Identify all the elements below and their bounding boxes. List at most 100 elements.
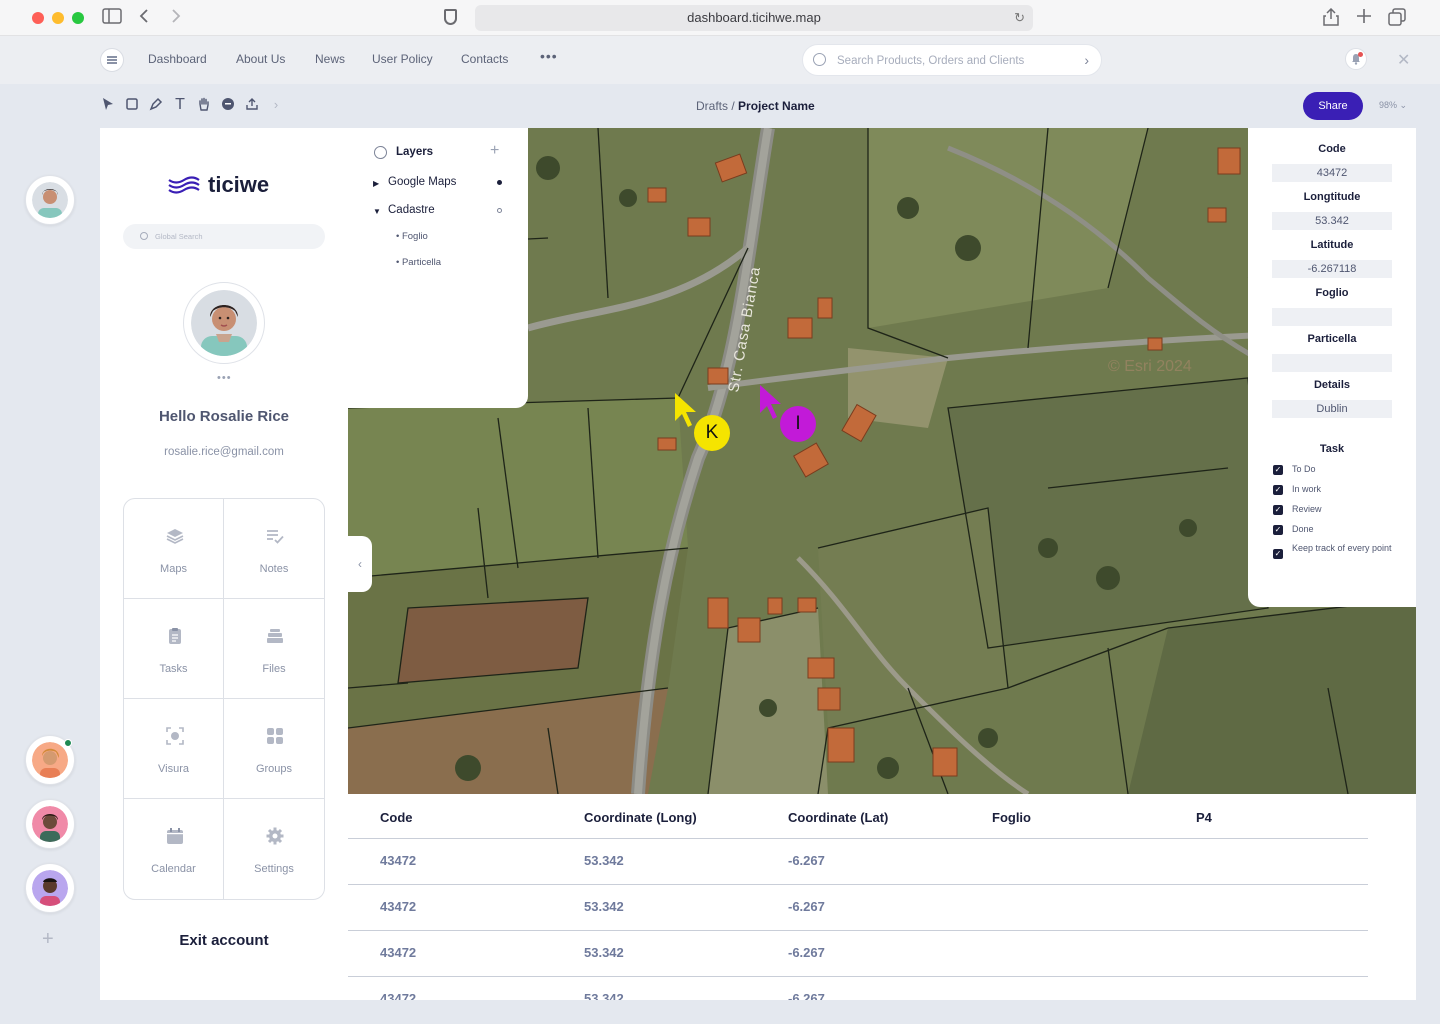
menu-item-tasks[interactable]: Tasks bbox=[124, 599, 224, 699]
search-submit-icon[interactable]: › bbox=[1084, 52, 1089, 68]
checkbox[interactable]: ✓ bbox=[1273, 485, 1283, 495]
search-icon bbox=[140, 232, 148, 240]
share-button[interactable]: Share bbox=[1303, 92, 1363, 120]
nav-user-policy[interactable]: User Policy bbox=[372, 52, 433, 66]
exit-account-button[interactable]: Exit account bbox=[100, 932, 348, 949]
select-tool-icon[interactable] bbox=[100, 97, 116, 113]
menu-item-groups[interactable]: Groups bbox=[224, 699, 324, 799]
collapse-caret-icon[interactable]: ▼ bbox=[373, 207, 381, 216]
collaborator-avatar-2[interactable] bbox=[25, 799, 75, 849]
text-tool-icon[interactable]: T bbox=[172, 97, 188, 113]
collaborator-avatar-1[interactable] bbox=[25, 735, 75, 785]
sidebar-toggle-icon[interactable] bbox=[102, 8, 122, 28]
close-icon[interactable]: ✕ bbox=[1397, 50, 1410, 70]
particella-label: Particella bbox=[1307, 333, 1357, 345]
rectangle-tool-icon[interactable] bbox=[124, 97, 140, 113]
column-header-long[interactable]: Coordinate (Long) bbox=[584, 810, 697, 825]
table-row[interactable]: 43472 53.342 -6.267 bbox=[348, 838, 1368, 884]
brand-logo[interactable]: ticiwe bbox=[168, 172, 269, 198]
task-label: To Do bbox=[1292, 464, 1316, 474]
sidebar-search-input[interactable] bbox=[155, 230, 315, 243]
cell-long: 53.342 bbox=[584, 991, 624, 1000]
forward-icon[interactable] bbox=[170, 8, 182, 28]
column-header-foglio[interactable]: Foglio bbox=[992, 810, 1031, 825]
tools-more-chevron-icon[interactable]: › bbox=[268, 97, 284, 113]
layers-panel: Layers + ▶ Google Maps ▼ Cadastre • Fogl… bbox=[348, 128, 528, 408]
collapse-panel-button[interactable]: ‹ bbox=[348, 536, 372, 592]
layer-cadastre[interactable]: Cadastre bbox=[388, 204, 435, 216]
url-text: dashboard.ticihwe.map bbox=[687, 10, 821, 25]
minimize-window-button[interactable] bbox=[52, 12, 64, 24]
reload-icon[interactable]: ↻ bbox=[1014, 5, 1025, 31]
layer-google-maps[interactable]: Google Maps bbox=[388, 176, 456, 188]
close-window-button[interactable] bbox=[32, 12, 44, 24]
nav-news[interactable]: News bbox=[315, 52, 345, 66]
parcel-table: Code Coordinate (Long) Coordinate (Lat) … bbox=[348, 794, 1416, 1000]
foglio-field[interactable] bbox=[1272, 308, 1392, 326]
nav-about-us[interactable]: About Us bbox=[236, 52, 285, 66]
menu-item-visura[interactable]: Visura bbox=[124, 699, 224, 799]
add-layer-button[interactable]: + bbox=[490, 142, 499, 160]
nav-contacts[interactable]: Contacts bbox=[461, 52, 508, 66]
comment-tool-icon[interactable] bbox=[220, 97, 236, 113]
nav-dashboard[interactable]: Dashboard bbox=[148, 52, 207, 66]
cell-long: 53.342 bbox=[584, 853, 624, 868]
menu-item-calendar[interactable]: Calendar bbox=[124, 799, 224, 899]
pen-tool-icon[interactable] bbox=[148, 97, 164, 113]
maximize-window-button[interactable] bbox=[72, 12, 84, 24]
column-header-lat[interactable]: Coordinate (Lat) bbox=[788, 810, 888, 825]
collaborator-avatar-3[interactable] bbox=[25, 863, 75, 913]
tab-overview-icon[interactable] bbox=[1388, 8, 1406, 30]
zoom-level-dropdown[interactable]: 98% ⌄ bbox=[1379, 100, 1407, 111]
menu-label: Visura bbox=[158, 763, 189, 775]
checkbox[interactable]: ✓ bbox=[1273, 525, 1283, 535]
breadcrumb-parent[interactable]: Drafts bbox=[696, 99, 728, 113]
expand-caret-icon[interactable]: ▶ bbox=[373, 179, 379, 188]
export-tool-icon[interactable] bbox=[244, 97, 260, 113]
layer-hidden-toggle[interactable] bbox=[497, 208, 502, 213]
table-row[interactable]: 43472 53.342 -6.267 bbox=[348, 930, 1368, 976]
menu-item-notes[interactable]: Notes bbox=[224, 499, 324, 599]
cell-long: 53.342 bbox=[584, 899, 624, 914]
layer-visible-toggle[interactable] bbox=[497, 180, 502, 185]
share-page-icon[interactable] bbox=[1323, 7, 1339, 30]
longitude-field[interactable]: 53.342 bbox=[1272, 212, 1392, 230]
search-icon[interactable] bbox=[374, 146, 387, 159]
checkbox[interactable]: ✓ bbox=[1273, 505, 1283, 515]
particella-field[interactable] bbox=[1272, 354, 1392, 372]
profile-avatar[interactable] bbox=[183, 282, 265, 364]
code-field[interactable]: 43472 bbox=[1272, 164, 1392, 182]
task-label: Done bbox=[1292, 524, 1314, 534]
table-row[interactable]: 43472 53.342 -6.267 bbox=[348, 976, 1368, 1000]
code-label: Code bbox=[1318, 143, 1346, 155]
privacy-shield-icon[interactable] bbox=[444, 9, 457, 25]
details-field[interactable]: Dublin bbox=[1272, 400, 1392, 418]
column-header-code[interactable]: Code bbox=[380, 810, 413, 825]
current-user-avatar[interactable] bbox=[25, 175, 75, 225]
brand-name: ticiwe bbox=[208, 172, 270, 197]
address-bar[interactable]: dashboard.ticihwe.map ↻ bbox=[475, 5, 1033, 31]
new-tab-icon[interactable] bbox=[1356, 8, 1372, 28]
latitude-field[interactable]: -6.267118 bbox=[1272, 260, 1392, 278]
table-row[interactable]: 43472 53.342 -6.267 bbox=[348, 884, 1368, 930]
menu-item-maps[interactable]: Maps bbox=[124, 499, 224, 599]
checkbox[interactable]: ✓ bbox=[1273, 549, 1283, 559]
back-icon[interactable] bbox=[138, 8, 150, 28]
menu-item-files[interactable]: Files bbox=[224, 599, 324, 699]
details-label: Details bbox=[1313, 379, 1351, 391]
add-collaborator-button[interactable]: + bbox=[42, 928, 54, 951]
column-header-p4[interactable]: P4 bbox=[1196, 810, 1212, 825]
sublayer-foglio[interactable]: • Foglio bbox=[396, 231, 428, 242]
cell-lat: -6.267 bbox=[788, 899, 825, 914]
sublayer-particella[interactable]: • Particella bbox=[396, 257, 441, 268]
calendar-icon bbox=[167, 828, 183, 844]
menu-item-settings[interactable]: Settings bbox=[224, 799, 324, 899]
hand-tool-icon[interactable] bbox=[196, 97, 212, 113]
checkbox[interactable]: ✓ bbox=[1273, 465, 1283, 475]
profile-more-button[interactable]: ••• bbox=[217, 372, 232, 384]
hamburger-menu-button[interactable] bbox=[100, 48, 124, 72]
search-icon bbox=[813, 53, 826, 66]
nav-more-button[interactable]: ••• bbox=[540, 48, 558, 64]
search-input[interactable] bbox=[837, 51, 1072, 71]
notifications-button[interactable] bbox=[1345, 48, 1367, 70]
